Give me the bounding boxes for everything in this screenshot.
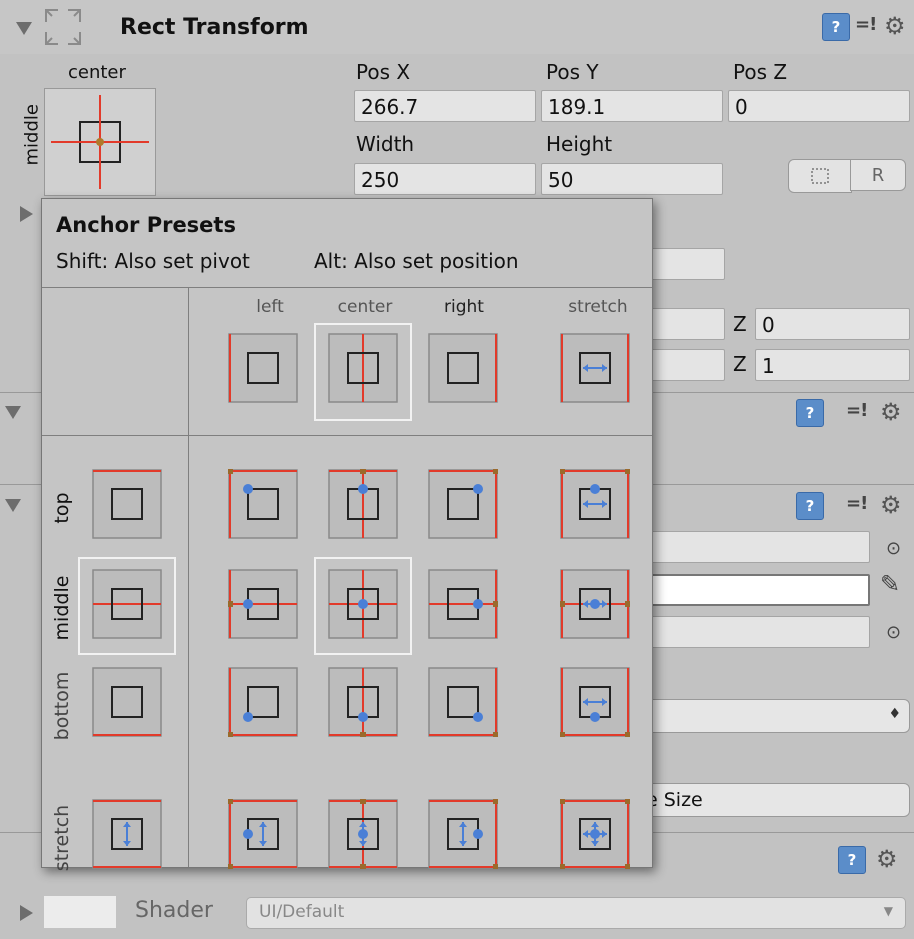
popup-divider: [42, 435, 652, 436]
preset-top-vertical[interactable]: [92, 469, 162, 539]
anchor-horizontal-label: center: [68, 62, 126, 83]
hint-alt: Alt: Also set position: [314, 249, 519, 273]
rect-transform-icon: [45, 9, 81, 45]
preset-top-left[interactable]: [228, 469, 298, 539]
row-label-top: top: [51, 492, 73, 524]
preset-bottom-right[interactable]: [428, 667, 498, 737]
width-label: Width: [356, 132, 415, 156]
component-title: Rect Transform: [120, 15, 309, 40]
preset-right-horizontal[interactable]: [428, 333, 498, 403]
scale-z-field[interactable]: 1: [755, 349, 910, 381]
width-field[interactable]: 250: [354, 163, 536, 195]
object-picker-icon[interactable]: ⊙: [886, 622, 901, 643]
column-label-center: center: [337, 297, 393, 317]
dropdown-arrow-icon: ▼: [883, 904, 893, 918]
object-picker-icon[interactable]: ⊙: [886, 538, 901, 559]
anchor-preset-button[interactable]: [44, 88, 156, 196]
material-field[interactable]: [645, 616, 870, 648]
image-type-dropdown[interactable]: ♦: [645, 699, 910, 733]
preset-bottom-stretch[interactable]: [560, 667, 630, 737]
preset-stretch-stretch[interactable]: [560, 799, 630, 869]
pos-y-field[interactable]: 189.1: [541, 90, 723, 122]
preset-bottom-center[interactable]: [328, 667, 398, 737]
shader-value: UI/Default: [259, 902, 345, 922]
hidden-field-3[interactable]: [645, 349, 725, 381]
preset-stretch-vertical[interactable]: [92, 799, 162, 869]
settings-gear-icon[interactable]: ⚙: [884, 13, 906, 39]
preset-center-horizontal[interactable]: [328, 333, 398, 403]
foldout-arrow-icon[interactable]: [5, 499, 21, 512]
preset-top-stretch[interactable]: [560, 469, 630, 539]
presets-icon[interactable]: =!: [846, 400, 868, 421]
preset-left-horizontal[interactable]: [228, 333, 298, 403]
help-icon[interactable]: ?: [838, 846, 866, 874]
anchor-vertical-label: middle: [21, 104, 43, 166]
foldout-arrow-icon[interactable]: [16, 22, 32, 35]
preset-bottom-vertical[interactable]: [92, 667, 162, 737]
anchor-presets-popup: Anchor Presets Shift: Also set pivot Alt…: [41, 198, 653, 871]
preset-stretch-center[interactable]: [328, 799, 398, 869]
pos-x-field[interactable]: 266.7: [354, 90, 536, 122]
blueprint-mode-button[interactable]: [788, 159, 852, 193]
pos-z-label: Pos Z: [733, 60, 788, 84]
preset-middle-stretch[interactable]: [560, 569, 630, 639]
popup-divider: [188, 287, 189, 867]
foldout-arrow-icon[interactable]: [5, 406, 21, 419]
help-icon[interactable]: ?: [796, 492, 824, 520]
anchors-foldout-arrow-icon[interactable]: [20, 206, 33, 222]
row-label-middle: middle: [51, 575, 73, 641]
eyedropper-icon[interactable]: ✎: [880, 570, 900, 598]
preset-middle-vertical[interactable]: [92, 569, 162, 639]
preset-middle-right[interactable]: [428, 569, 498, 639]
pos-x-label: Pos X: [356, 60, 411, 84]
preset-top-center[interactable]: [328, 469, 398, 539]
column-label-right: right: [444, 297, 484, 317]
height-field[interactable]: 50: [541, 163, 723, 195]
rect-transform-header[interactable]: Rect Transform ? =! ⚙: [0, 0, 914, 54]
help-icon[interactable]: ?: [822, 13, 850, 41]
column-label-stretch: stretch: [568, 297, 628, 317]
help-icon[interactable]: ?: [796, 399, 824, 427]
anchor-preview-icon: [51, 95, 149, 189]
z-label-2: Z: [733, 352, 747, 376]
preset-top-right[interactable]: [428, 469, 498, 539]
preset-stretch-horizontal[interactable]: [560, 333, 630, 403]
preset-middle-left[interactable]: [228, 569, 298, 639]
settings-gear-icon[interactable]: ⚙: [876, 846, 898, 872]
settings-gear-icon[interactable]: ⚙: [880, 399, 902, 425]
presets-icon[interactable]: =!: [846, 493, 868, 514]
popup-divider: [42, 287, 652, 288]
material-swatch: [44, 896, 116, 928]
row-label-stretch: stretch: [51, 804, 73, 872]
row-label-bottom: bottom: [51, 671, 73, 741]
blueprint-icon: [811, 168, 829, 184]
material-foldout-arrow-icon[interactable]: [20, 905, 33, 921]
pos-z-field[interactable]: 0: [728, 90, 910, 122]
preset-middle-center[interactable]: [328, 569, 398, 639]
hidden-field-2[interactable]: [645, 308, 725, 340]
preset-stretch-right[interactable]: [428, 799, 498, 869]
column-label-left: left: [256, 297, 284, 317]
height-label: Height: [546, 132, 613, 156]
set-native-size-button[interactable]: e Size: [645, 783, 910, 817]
pos-y-label: Pos Y: [546, 60, 599, 84]
preset-bottom-left[interactable]: [228, 667, 298, 737]
shader-label: Shader: [135, 898, 213, 923]
presets-icon[interactable]: =!: [855, 14, 877, 35]
set-native-size-label: e Size: [646, 789, 703, 811]
source-image-field[interactable]: [645, 531, 870, 563]
hint-shift: Shift: Also set pivot: [56, 249, 250, 273]
dropdown-arrows-icon: ♦: [888, 706, 901, 722]
settings-gear-icon[interactable]: ⚙: [880, 492, 902, 518]
popup-title: Anchor Presets: [56, 213, 236, 237]
rotation-z-field[interactable]: 0: [755, 308, 910, 340]
shader-dropdown[interactable]: UI/Default ▼: [246, 897, 906, 929]
raw-edit-button[interactable]: R: [850, 159, 906, 191]
preset-stretch-left[interactable]: [228, 799, 298, 869]
hidden-field-1[interactable]: [645, 248, 725, 280]
z-label-1: Z: [733, 312, 747, 336]
color-field[interactable]: [645, 574, 870, 606]
